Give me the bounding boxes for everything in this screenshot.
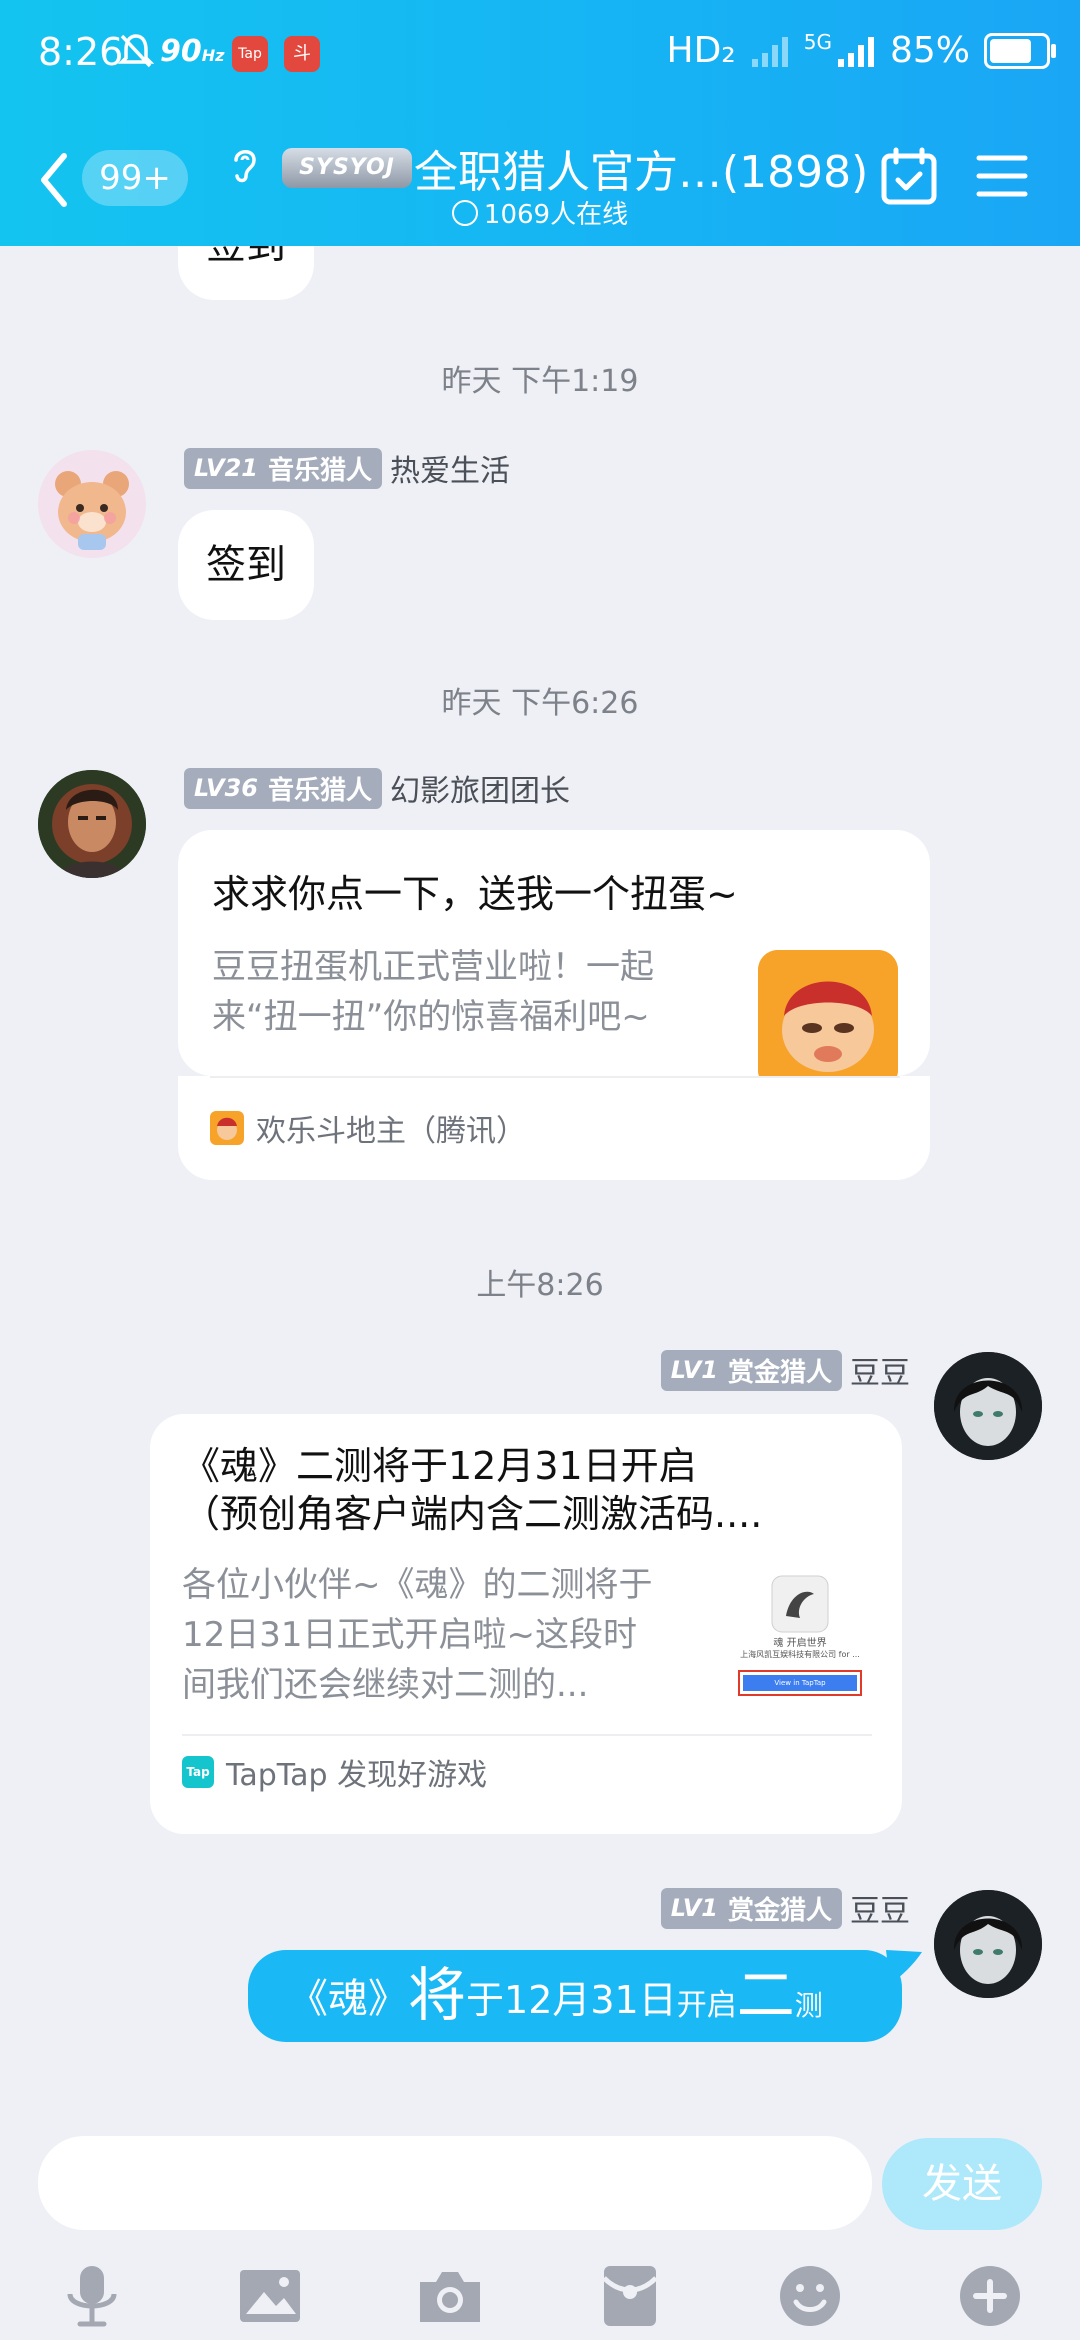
- card-description: 豆豆扭蛋机正式营业啦！一起 来“扭一扭”你的惊喜福利吧~: [212, 947, 654, 1037]
- battery-percent: 85%: [889, 30, 970, 71]
- network-type: HD₂: [666, 30, 736, 71]
- message-input[interactable]: [38, 2136, 872, 2230]
- card-title: 求求你点一下，送我一个扭蛋~: [212, 872, 738, 916]
- thumbnail-button: View in TapTap: [738, 1670, 862, 1696]
- card-thumbnail: 魂 开启世界 上海风凯互娱科技有限公司 for ... View in TapT…: [732, 1572, 868, 1712]
- card-source: 欢乐斗地主（腾讯）: [210, 1106, 526, 1150]
- sender-meta: LV21 音乐猎人 热爱生活: [184, 446, 510, 490]
- my-message-bubble[interactable]: 《魂》 将 于12月31日 开启 二 测: [248, 1950, 902, 2042]
- doudizhu-app-icon: [210, 1111, 244, 1145]
- timestamp: 上午8:26: [476, 1268, 604, 1303]
- status-time: 8:26: [38, 30, 124, 74]
- microphone-icon[interactable]: [56, 2264, 128, 2328]
- level-badge: LV1 赏金猎人: [660, 1887, 842, 1929]
- message-bubble[interactable]: 签到: [178, 510, 314, 620]
- refresh-rate: 90Hz: [160, 34, 225, 69]
- level-badge: LV21 音乐猎人: [184, 447, 382, 489]
- battery-fill: [990, 38, 1031, 63]
- thumbnail-caption: 魂 开启世界: [773, 1638, 827, 1649]
- bear-avatar-icon: [55, 471, 129, 550]
- taptap-app-icon: Tap: [182, 1756, 214, 1788]
- card-thumbnail: [758, 950, 898, 1090]
- red-packet-icon[interactable]: [594, 2264, 666, 2328]
- avatar[interactable]: [38, 450, 146, 558]
- ear-icon[interactable]: [222, 142, 266, 186]
- sender-name: 豆豆: [850, 1894, 910, 1929]
- share-card[interactable]: 《魂》二测将于12月31日开启 （预创角客户端内含二测激活码.... 各位小伙伴…: [150, 1414, 902, 1834]
- sender-meta: LV1 赏金猎人 豆豆: [660, 1886, 910, 1930]
- message-bubble[interactable]: 签到: [178, 246, 314, 300]
- calendar-check-icon[interactable]: [880, 146, 938, 206]
- card-description: 各位小伙伴~《魂》的二测将于 12日31日正式开启啦~这段时 间我们还会继续对二…: [182, 1565, 653, 1705]
- member-title: 幻影旅团团长: [389, 774, 570, 809]
- signal-2-icon: [837, 36, 874, 67]
- avatar[interactable]: [934, 1352, 1042, 1460]
- plus-icon[interactable]: [954, 2264, 1026, 2328]
- emoji-icon[interactable]: [774, 2264, 846, 2328]
- chat-area[interactable]: 签到 昨天 下午1:19 LV21音乐猎人 热爱生活 签到 昨天 下午6:26 …: [0, 246, 1080, 2116]
- check-circle-icon: [451, 200, 478, 226]
- network-5g: 5G: [803, 30, 832, 54]
- menu-icon[interactable]: [976, 152, 1028, 200]
- chat-header: 8:26 90Hz Tap 斗 HD₂ 5G 85% 99+ SYSYOJ 全职…: [0, 0, 1080, 246]
- anime-boy-avatar-icon: [934, 1890, 1042, 1998]
- sender-name: 豆豆: [850, 1356, 910, 1391]
- sender-meta: LV1 赏金猎人 豆豆: [660, 1348, 910, 1392]
- status-right: HD₂ 5G 85%: [666, 30, 1056, 71]
- avatar[interactable]: [934, 1890, 1042, 1998]
- member-title: 热爱生活: [389, 454, 510, 489]
- send-button[interactable]: 发送: [882, 2138, 1042, 2230]
- level-badge: LV1 赏金猎人: [660, 1349, 842, 1391]
- camera-icon[interactable]: [414, 2264, 486, 2328]
- portrait-avatar-icon: [38, 770, 146, 878]
- signal-1-icon: [751, 36, 788, 67]
- image-icon[interactable]: [234, 2264, 306, 2328]
- taptap-notification-icon: Tap: [232, 36, 268, 72]
- mute-bell-icon: [118, 34, 154, 68]
- sender-meta: LV36 音乐猎人 幻影旅团团长: [184, 766, 570, 810]
- gacha-character-icon: [758, 950, 898, 1090]
- share-card-footer-area: 欢乐斗地主（腾讯）: [178, 1076, 930, 1180]
- battery-icon: [984, 32, 1056, 69]
- anime-boy-avatar-icon: [934, 1352, 1042, 1460]
- doudizhu-notification-icon: 斗: [284, 36, 320, 72]
- share-card[interactable]: 求求你点一下，送我一个扭蛋~ 豆豆扭蛋机正式营业啦！一起 来“扭一扭”你的惊喜福…: [178, 830, 930, 1090]
- timestamp: 昨天 下午1:19: [441, 364, 639, 399]
- timestamp: 昨天 下午6:26: [441, 686, 639, 721]
- avatar[interactable]: [38, 770, 146, 878]
- level-badge: LV36 音乐猎人: [184, 767, 382, 809]
- thumbnail-company: 上海风凯互娱科技有限公司 for ...: [740, 1650, 860, 1659]
- group-title[interactable]: 全职猎人官方…(1898): [414, 136, 868, 200]
- group-logo: SYSYOJ: [282, 148, 412, 188]
- card-title: 《魂》二测将于12月31日开启 （预创角客户端内含二测激活码....: [182, 1444, 763, 1536]
- card-source: Tap TapTap 发现好游戏: [182, 1750, 487, 1794]
- game-logo-icon: [771, 1575, 829, 1633]
